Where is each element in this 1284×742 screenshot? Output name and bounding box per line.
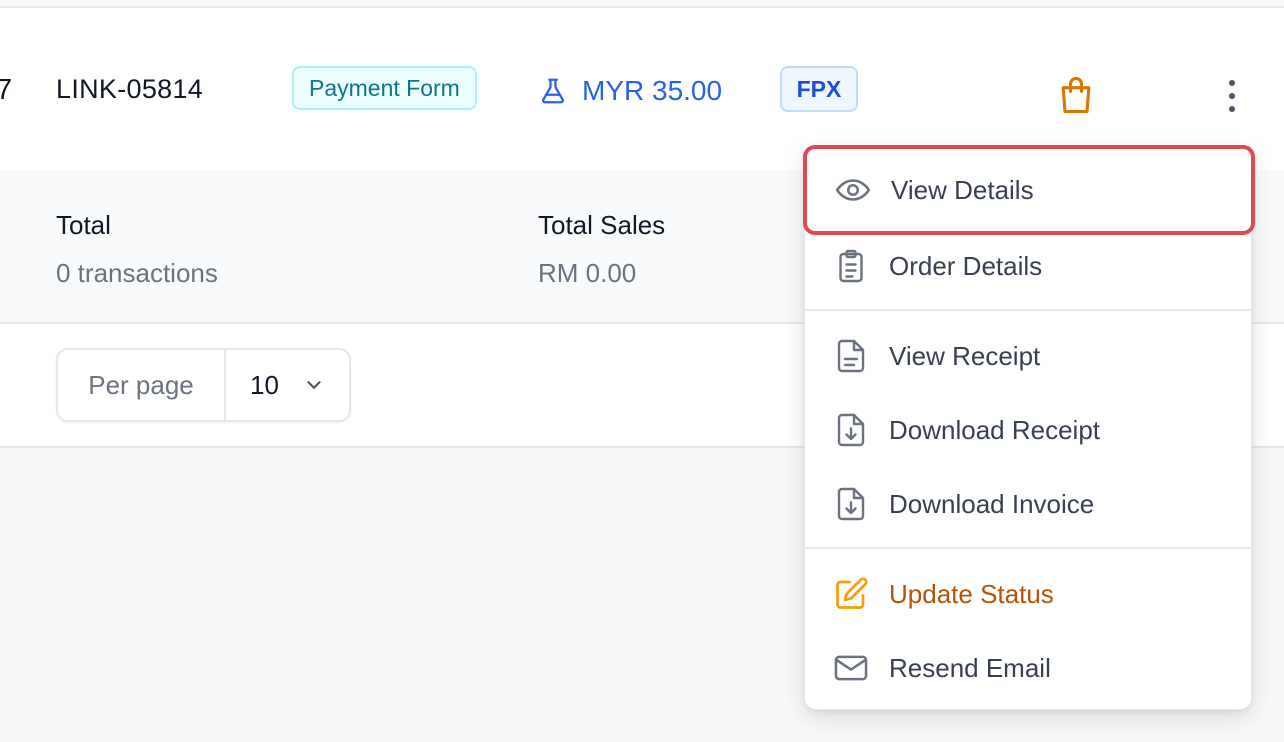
edit-icon — [831, 574, 871, 614]
link-id: LINK-05814 — [56, 74, 204, 104]
total-sales-label: Total Sales — [538, 210, 666, 240]
menu-item-label: Resend Email — [889, 652, 1051, 683]
mail-icon — [831, 648, 871, 688]
truncated-cell: 7 — [0, 74, 13, 106]
menu-item-label: Download Receipt — [889, 414, 1101, 445]
file-icon — [831, 336, 871, 376]
file-download-icon — [831, 484, 871, 524]
type-badge: Payment Form — [292, 66, 477, 110]
menu-item-label: View Receipt — [889, 340, 1041, 371]
payment-method-badge: FPX — [780, 66, 858, 112]
flask-icon — [542, 78, 564, 104]
file-download-icon — [831, 410, 871, 450]
shopping-bag-icon — [1061, 77, 1091, 114]
menu-item-order-details[interactable]: Order Details — [805, 229, 1251, 303]
more-actions-button[interactable] — [1216, 74, 1248, 118]
menu-item-label: Update Status — [889, 578, 1054, 609]
total-value: 0 transactions — [56, 258, 218, 288]
clipboard-icon — [831, 246, 871, 286]
menu-item-view-receipt[interactable]: View Receipt — [805, 319, 1251, 393]
total-sales-value: RM 0.00 — [538, 258, 637, 288]
per-page-label: Per page — [58, 350, 226, 420]
menu-divider — [805, 309, 1251, 311]
per-page-value: 10 — [250, 369, 279, 400]
menu-item-view-details[interactable]: View Details — [803, 145, 1255, 235]
dot-icon — [1229, 106, 1235, 112]
menu-item-label: View Details — [891, 174, 1034, 205]
menu-divider — [805, 547, 1251, 549]
amount-value: MYR 35.00 — [582, 75, 723, 106]
total-label: Total — [56, 210, 111, 240]
menu-item-download-receipt[interactable]: Download Receipt — [805, 393, 1251, 467]
dot-icon — [1229, 93, 1235, 99]
per-page-select[interactable]: 10 — [226, 370, 349, 401]
chevron-down-icon — [307, 381, 321, 389]
menu-item-download-invoice[interactable]: Download Invoice — [805, 467, 1251, 541]
menu-item-update-status[interactable]: Update Status — [805, 557, 1251, 631]
amount: MYR 35.00 — [538, 71, 722, 111]
menu-item-label: Download Invoice — [889, 488, 1095, 519]
row-actions-menu: View Details Order Details View Receipt … — [803, 145, 1255, 710]
menu-item-label: Order Details — [889, 250, 1043, 281]
dot-icon — [1229, 80, 1235, 86]
menu-item-resend-email[interactable]: Resend Email — [805, 631, 1251, 705]
per-page-control: Per page 10 — [56, 348, 351, 422]
eye-icon — [833, 170, 873, 210]
